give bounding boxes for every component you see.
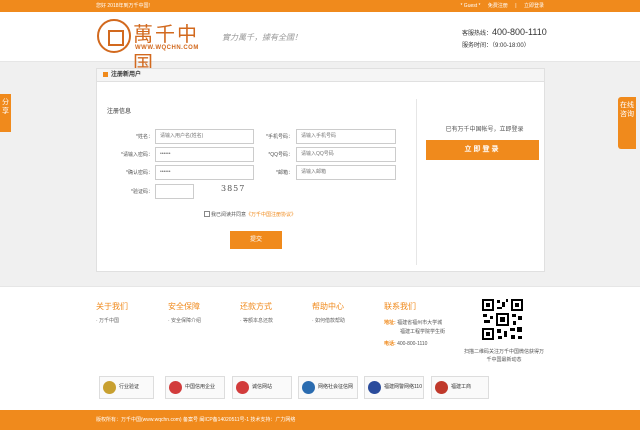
top-bar: 您好 2018年到万千中国! * Guest * 免费注册 | 立即登录	[0, 0, 640, 12]
hotline: 客服热线：400-800-1110	[462, 27, 547, 37]
section-title: 注册信息	[107, 109, 132, 115]
submit-button[interactable]: 提交	[230, 231, 282, 249]
online-consult-tab[interactable]: 在线咨询	[618, 97, 636, 149]
footer-col-title: 安全保障	[168, 302, 200, 311]
address-label: 地址:	[384, 320, 396, 326]
share-tab[interactable]: 分享	[0, 94, 11, 132]
footer: 关于我们 · 万千中国 安全保障 · 安全保障介绍 还款方式 · 等额本息还款 …	[0, 286, 640, 410]
copyright-bar: 版权所有：万千中国(www.wqchn.com) 备案号 闽ICP备140205…	[0, 410, 640, 430]
footer-col-title: 帮助中心	[312, 302, 344, 311]
national-emblem-icon	[435, 381, 448, 394]
login-link[interactable]: 立即登录	[524, 3, 544, 9]
trusted-site-icon	[236, 381, 249, 394]
agreement-link[interactable]: 《万千中国注册协议》	[246, 212, 296, 218]
badge-label: 福建工商	[451, 384, 472, 390]
footer-col-title: 联系我们	[384, 302, 416, 311]
badge-trusted-site[interactable]: 诚信网站	[232, 376, 292, 399]
badge-credit-enterprise[interactable]: 中国信用企业	[165, 376, 225, 399]
password-label: *请输入密码：	[121, 152, 153, 158]
qr-code-icon	[480, 297, 525, 342]
footer-col-title: 还款方式	[240, 302, 272, 311]
badge-label: 行业验证	[119, 384, 140, 390]
contact-address-1: 地址: 福建省福州市大学城	[384, 319, 442, 326]
register-panel: 注册新用户 注册信息 *姓名： 请输入用户名(姓名) *手机号码： 请输入手机号…	[96, 68, 545, 272]
welcome-text: 您好 2018年到万千中国!	[96, 3, 150, 9]
panel-header: 注册新用户	[97, 69, 544, 82]
qr-caption: 扫描二维码关注万千中国微信获得万千中国最新动态	[464, 349, 545, 363]
panel-title: 注册新用户	[111, 72, 142, 78]
top-separator: |	[515, 3, 517, 9]
login-button[interactable]: 立即登录	[426, 140, 539, 160]
login-tip: 已有万千中国帐号，立即登录	[445, 127, 524, 133]
footer-link[interactable]: · 等额本息还款	[240, 317, 273, 324]
badge-label: 网络社会征信网	[318, 384, 354, 390]
badge-social-credit[interactable]: 网络社会征信网	[298, 376, 358, 399]
badge-label: 诚信网站	[252, 384, 273, 390]
footer-col-repayment: 还款方式 · 等额本息还款	[240, 301, 273, 324]
orange-square-icon	[103, 72, 108, 77]
footer-link[interactable]: · 万千中国	[96, 317, 128, 324]
hotline-label: 客服热线：	[462, 31, 493, 37]
footer-col-security: 安全保障 · 安全保障介绍	[168, 301, 201, 324]
email-input[interactable]: 请输入邮箱	[296, 165, 396, 180]
email-label: *邮箱：	[276, 170, 293, 176]
slogan: 實力萬千，據有全國！	[222, 33, 302, 42]
agreement-row: 我已阅读并同意《万千中国注册协议》	[204, 211, 296, 218]
badge-police-110[interactable]: 福建网警网络110	[364, 376, 424, 399]
police-badge-icon	[368, 381, 381, 394]
phone-label: 电话:	[384, 341, 396, 347]
footer-col-help: 帮助中心 · 如何借款帮助	[312, 301, 345, 324]
shield-icon	[302, 381, 315, 394]
footer-link[interactable]: · 如何借款帮助	[312, 317, 345, 324]
contact-phone: 电话: 400-800-1110	[384, 340, 427, 347]
contact-phone-number: 400-800-1110	[397, 341, 428, 347]
footer-col-title: 关于我们	[96, 302, 128, 311]
guest-label: * Guest *	[460, 3, 481, 9]
badge-label: 福建网警网络110	[384, 384, 422, 390]
logo-seal-icon	[97, 19, 131, 53]
confirm-password-label: *确认密码：	[126, 170, 153, 176]
address-line-2: 福建工程学院学生街	[400, 329, 446, 335]
phone-label: *手机号码：	[266, 134, 293, 140]
verify-badge-icon	[103, 381, 116, 394]
hotline-number: 400-800-1110	[492, 27, 547, 37]
name-input[interactable]: 请输入用户名(姓名)	[155, 129, 254, 144]
logo[interactable]: 萬千中国 WWW.WQCHN.COM	[97, 17, 213, 75]
captcha-input[interactable]	[155, 184, 194, 199]
panel-divider	[416, 99, 417, 265]
phone-input[interactable]: 请输入手机号码	[296, 129, 396, 144]
footer-link[interactable]: · 安全保障介绍	[168, 317, 201, 324]
confirm-password-input[interactable]: ••••••	[155, 165, 254, 180]
captcha-image[interactable]: 3857	[221, 184, 251, 197]
address-line-1: 福建省福州市大学城	[397, 320, 443, 326]
service-hours: 服务时间：（9:00-18:00）	[462, 43, 530, 49]
name-label: *姓名：	[136, 134, 153, 140]
captcha-label: *验证码：	[131, 189, 153, 195]
badge-industry-verify[interactable]: 行业验证	[99, 376, 154, 399]
footer-col-about: 关于我们 · 万千中国	[96, 301, 128, 324]
agree-checkbox[interactable]	[204, 211, 210, 217]
password-input[interactable]: ••••••	[155, 147, 254, 162]
footer-col-contact: 联系我们	[384, 301, 416, 317]
badge-label: 中国信用企业	[185, 384, 216, 390]
qq-label: *QQ号码：	[268, 152, 293, 158]
credit-badge-icon	[169, 381, 182, 394]
header: 萬千中国 WWW.WQCHN.COM 實力萬千，據有全國！ 客服热线：400-8…	[0, 12, 640, 75]
logo-url: WWW.WQCHN.COM	[135, 45, 199, 51]
agree-text: 我已阅读并同意	[211, 212, 247, 218]
copyright-text: 版权所有：万千中国(www.wqchn.com) 备案号 闽ICP备140205…	[96, 417, 296, 423]
top-links: * Guest * 免费注册 | 立即登录	[454, 0, 544, 12]
register-link[interactable]: 免费注册	[488, 3, 508, 9]
qq-input[interactable]: 请输入QQ号码	[296, 147, 396, 162]
badge-fujian-business[interactable]: 福建工商	[431, 376, 489, 399]
